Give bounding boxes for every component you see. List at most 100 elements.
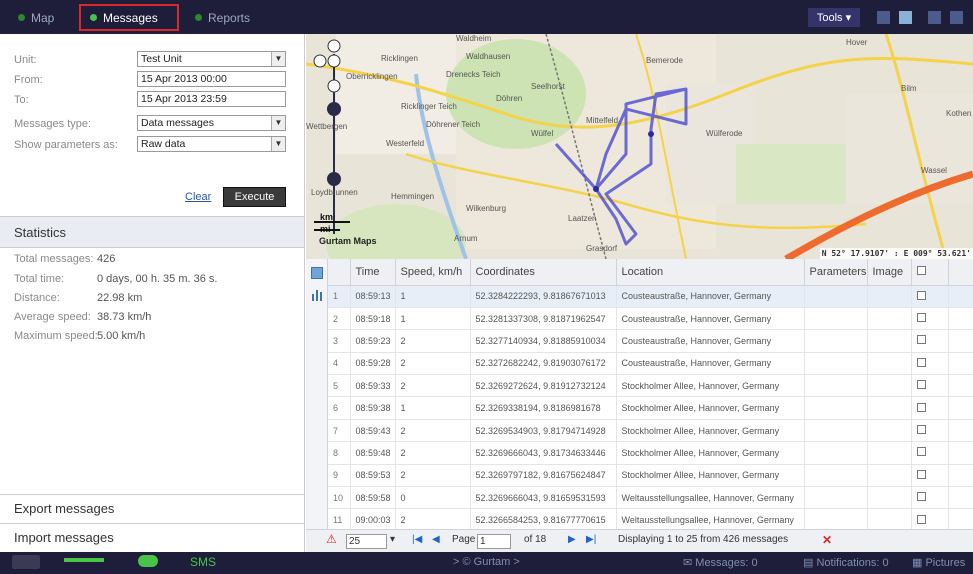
table-row[interactable]: 8 08:59:48 2 52.3269666043, 9.81734633446 St… [328, 441, 973, 465]
chart-view-icon[interactable] [311, 289, 323, 301]
gps-icon[interactable] [138, 555, 158, 567]
row-checkbox[interactable] [916, 357, 926, 367]
cell-time: 08:59:33 [350, 374, 396, 398]
import-messages-link[interactable]: Import messages [0, 523, 304, 551]
cell-select[interactable] [911, 464, 949, 488]
row-checkbox[interactable] [916, 380, 926, 390]
cell-image [867, 352, 912, 376]
row-checkbox[interactable] [916, 313, 926, 323]
gurtam-link[interactable]: > © Gurtam > [453, 556, 520, 568]
map-label: Bemerode [646, 56, 683, 65]
cell-select[interactable] [911, 374, 949, 398]
table-row[interactable]: 3 08:59:23 2 52.3277140934, 9.81885910034 Co… [328, 329, 973, 353]
row-checkbox[interactable] [916, 425, 926, 435]
messages-type-select[interactable]: Data messages ▼ [137, 115, 286, 131]
col-header-image[interactable]: Image [867, 259, 912, 286]
cell-select[interactable] [911, 419, 949, 443]
cell-select[interactable] [911, 352, 949, 376]
map-label: Bilm [901, 84, 917, 93]
cell-select[interactable] [911, 441, 949, 465]
cell-image [867, 285, 912, 308]
from-label: From: [14, 74, 43, 86]
col-header-speed[interactable]: Speed, km/h [395, 259, 471, 286]
to-date-input[interactable]: 15 Apr 2013 23:59 [137, 91, 286, 107]
previous-page-icon[interactable]: ◀ [432, 534, 440, 545]
table-row[interactable]: 4 08:59:28 2 52.3272682242, 9.81903076172 Co… [328, 352, 973, 376]
cell-select[interactable] [911, 285, 949, 308]
stat-average-speed: Average speed: 38.73 km/h [14, 311, 151, 325]
row-checkbox[interactable] [916, 402, 926, 412]
tab-map[interactable]: Map [18, 9, 54, 26]
sms-button[interactable]: SMS [190, 555, 216, 569]
chevron-down-icon[interactable]: ▾ [390, 534, 395, 545]
layout-single-icon[interactable] [877, 11, 890, 24]
tab-map-indicator-icon [18, 14, 25, 21]
map-view[interactable]: Waldheim Ricklingen Oberricklingen Waldh… [306, 34, 973, 259]
pictures-label: Pictures [925, 557, 966, 569]
close-icon[interactable]: ✕ [822, 533, 832, 547]
notifications-counter[interactable]: ▤ Notifications: 0 [803, 556, 889, 569]
cell-image [867, 508, 912, 532]
row-checkbox[interactable] [916, 492, 926, 502]
row-index: 11 [328, 508, 351, 532]
table-row[interactable]: 7 08:59:43 2 52.3269534903, 9.81794714928 St… [328, 419, 973, 443]
row-checkbox[interactable] [916, 514, 926, 524]
table-row[interactable]: 2 08:59:18 1 52.3281337308, 9.81871962547 Co… [328, 307, 973, 331]
clear-link[interactable]: Clear [185, 191, 211, 203]
last-page-icon[interactable]: ▶| [586, 534, 596, 545]
table-view-icon[interactable] [311, 267, 323, 279]
tab-reports[interactable]: Reports [195, 9, 250, 26]
unit-select[interactable]: Test Unit ▼ [137, 51, 286, 67]
cell-select[interactable] [911, 396, 949, 420]
tools-menu-button[interactable]: Tools ▾ [808, 8, 860, 27]
table-row[interactable]: 5 08:59:33 2 52.3269272624, 9.81912732124 St… [328, 374, 973, 398]
map-label: Grasdorf [586, 244, 618, 253]
connection-icon[interactable] [12, 555, 40, 569]
show-parameters-select[interactable]: Raw data ▼ [137, 136, 286, 152]
cell-select[interactable] [911, 508, 949, 532]
stat-value: 22.98 km [97, 292, 143, 304]
layout-grid-icon[interactable] [950, 11, 963, 24]
page-number-input[interactable]: 1 [477, 534, 511, 549]
statistics-header[interactable]: Statistics [0, 216, 304, 248]
first-page-icon[interactable]: |◀ [412, 534, 422, 545]
stat-label: Maximum speed: [14, 330, 98, 342]
cell-select[interactable] [911, 307, 949, 331]
pictures-button[interactable]: ▦ Pictures [912, 556, 965, 569]
execute-button[interactable]: Execute [223, 187, 286, 207]
row-checkbox[interactable] [916, 290, 926, 300]
from-date-input[interactable]: 15 Apr 2013 00:00 [137, 71, 286, 87]
cell-location: Cousteaustraße, Hannover, Germany [616, 285, 805, 308]
select-all-checkbox[interactable] [916, 265, 926, 275]
map-label: Wülferode [706, 129, 743, 138]
cell-select[interactable] [911, 486, 949, 510]
table-row[interactable]: 1 08:59:13 1 52.3284222293, 9.81867671013 Co… [328, 285, 973, 308]
map-label: Hemmingen [391, 192, 435, 201]
sort-icon[interactable]: ⚠ [326, 532, 337, 546]
messages-counter[interactable]: ✉ Messages: 0 [683, 556, 758, 569]
table-side-toolbar [306, 259, 328, 529]
col-header-location[interactable]: Location [616, 259, 805, 286]
layout-rows-icon[interactable] [928, 11, 941, 24]
page-size-select[interactable]: 25 [346, 534, 387, 549]
col-header-time[interactable]: Time [350, 259, 396, 286]
col-header-coordinates[interactable]: Coordinates [470, 259, 617, 286]
table-row[interactable]: 10 08:59:58 0 52.3269666043, 9.81659531593 W… [328, 486, 973, 510]
cell-select[interactable] [911, 329, 949, 353]
table-row[interactable]: 9 08:59:53 2 52.3269797182, 9.81675624847 St… [328, 464, 973, 488]
export-messages-link[interactable]: Export messages [0, 494, 304, 522]
col-header-parameters[interactable]: Parameters [804, 259, 868, 286]
next-page-icon[interactable]: ▶ [568, 534, 576, 545]
table-row[interactable]: 11 09:00:03 2 52.3266584253, 9.81677770615 W… [328, 508, 973, 532]
col-header-select-all[interactable] [911, 259, 949, 286]
map-label: Wilkenburg [466, 204, 507, 213]
row-checkbox[interactable] [916, 335, 926, 345]
layout-split-icon[interactable] [899, 11, 912, 24]
tab-messages[interactable]: Messages [90, 9, 158, 26]
table-row[interactable]: 6 08:59:38 1 52.3269338194, 9.8186981678 Sto… [328, 396, 973, 420]
row-checkbox[interactable] [916, 469, 926, 479]
cell-coordinates: 52.3281337308, 9.81871962547 [470, 307, 617, 331]
signal-icon[interactable] [64, 558, 104, 562]
row-checkbox[interactable] [916, 447, 926, 457]
map-label: Kothen [946, 109, 972, 118]
